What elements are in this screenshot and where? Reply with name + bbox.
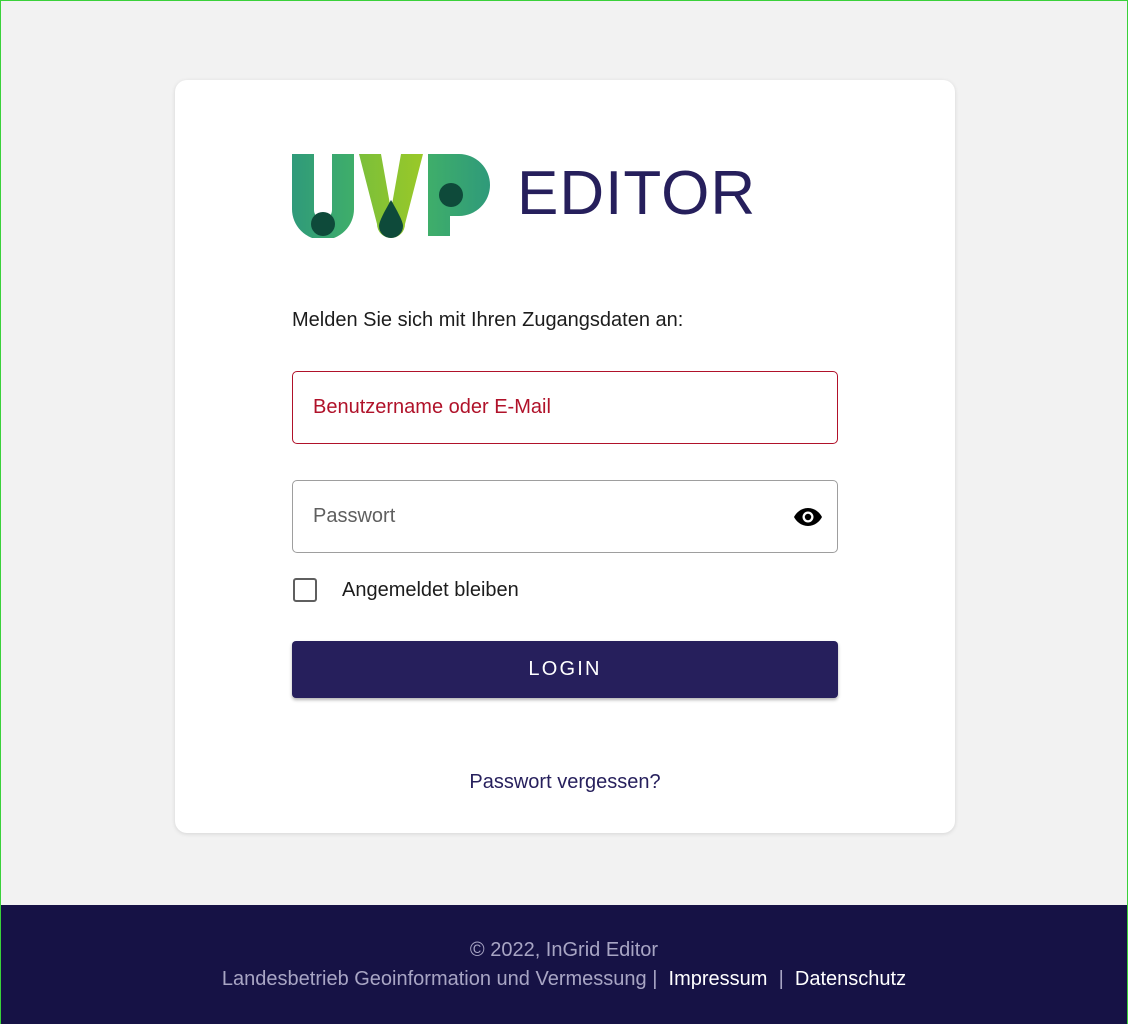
remember-me-label: Angemeldet bleiben [342,578,519,601]
uvp-logo-mark [292,154,490,238]
username-input[interactable] [293,372,837,443]
eye-icon[interactable] [793,505,823,529]
page-footer: © 2022, InGrid Editor Landesbetrieb Geoi… [1,905,1127,1024]
remember-me-checkbox[interactable]: Angemeldet bleiben [293,577,519,603]
password-field [292,480,838,553]
password-input[interactable] [293,481,837,552]
footer-separator: | [778,968,784,990]
impressum-link[interactable]: Impressum [669,968,768,990]
copyright-text: © 2022, InGrid Editor [469,939,659,961]
username-field [292,371,838,444]
uvp-editor-logo: EDITOR [291,152,755,238]
logo-wordmark: EDITOR [517,159,757,228]
login-button[interactable]: LOGIN [292,641,838,698]
footer-separator: | [652,968,658,990]
organization-name: Landesbetrieb Geoinformation und Vermess… [221,968,647,990]
footer-links: Landesbetrieb Geoinformation und Vermess… [1,968,1127,991]
login-card: EDITOR Melden Sie sich mit Ihren Zugangs… [175,80,955,833]
forgot-password-link[interactable]: Passwort vergessen? [292,771,838,794]
login-instructions: Melden Sie sich mit Ihren Zugangsdaten a… [292,309,684,331]
datenschutz-link[interactable]: Datenschutz [795,968,906,990]
checkbox-box[interactable] [293,578,317,602]
